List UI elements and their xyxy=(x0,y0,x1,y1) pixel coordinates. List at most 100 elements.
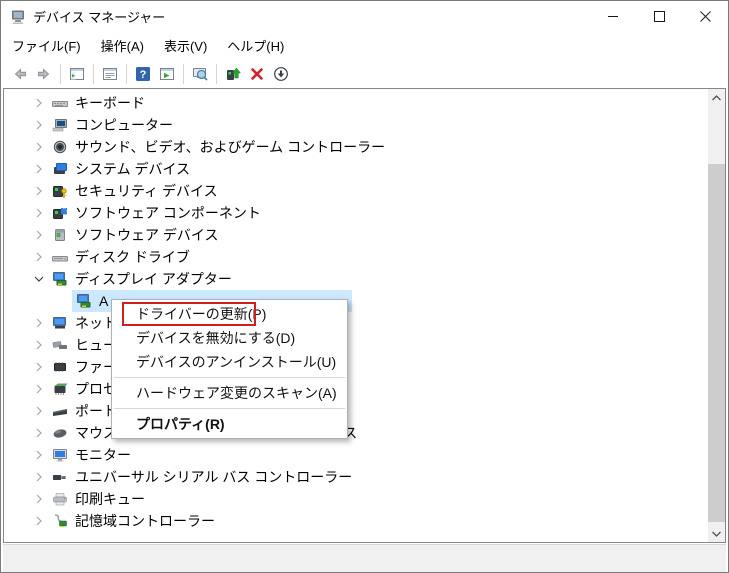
vertical-scrollbar[interactable] xyxy=(708,89,725,542)
show-console-tree-icon xyxy=(69,66,85,82)
update-driver-button[interactable] xyxy=(222,63,244,85)
toolbar-separator xyxy=(93,63,94,84)
properties-button[interactable] xyxy=(99,63,121,85)
port-icon xyxy=(52,403,68,419)
chevron-collapsed-icon[interactable] xyxy=(34,337,52,353)
security-device-icon xyxy=(52,183,68,199)
close-button[interactable] xyxy=(682,1,728,32)
software-device-icon xyxy=(52,227,68,243)
disk-drive-icon xyxy=(52,249,68,265)
tree-item-label: ソフトウェア デバイス xyxy=(75,227,219,243)
toolbar: ? xyxy=(1,59,728,88)
display-adapter-icon xyxy=(52,271,68,287)
context-menu-item-1[interactable]: デバイスを無効にする(D) xyxy=(112,326,347,350)
tree-item[interactable]: システム デバイス xyxy=(4,158,725,180)
chevron-collapsed-icon[interactable] xyxy=(34,183,52,199)
chevron-up-icon xyxy=(712,94,721,100)
chevron-collapsed-icon[interactable] xyxy=(34,227,52,243)
storage-controller-icon xyxy=(52,513,68,529)
context-menu-item-2[interactable]: デバイスのアンインストール(U) xyxy=(112,350,347,374)
tree-item[interactable]: ディスプレイ アダプター xyxy=(4,268,725,290)
menubar-item-2[interactable]: 表示(V) xyxy=(154,31,217,60)
chevron-collapsed-icon[interactable] xyxy=(34,403,52,419)
maximize-button[interactable] xyxy=(636,1,682,32)
chevron-collapsed-icon[interactable] xyxy=(34,95,52,111)
uninstall-device-icon xyxy=(249,66,265,82)
tree-item-label: システム デバイス xyxy=(75,161,191,177)
properties-icon xyxy=(102,66,118,82)
forward-button[interactable] xyxy=(33,63,55,85)
chevron-collapsed-icon[interactable] xyxy=(34,513,52,529)
context-menu-item-6[interactable]: プロパティ(R) xyxy=(112,412,347,436)
tree-item-label: ソフトウェア コンポーネント xyxy=(75,205,261,221)
uninstall-device-button[interactable] xyxy=(246,63,268,85)
menubar-item-3[interactable]: ヘルプ(H) xyxy=(217,31,294,60)
toolbar-separator xyxy=(126,63,127,84)
usb-icon xyxy=(52,469,68,485)
device-manager-app-icon xyxy=(10,9,26,25)
chevron-collapsed-icon[interactable] xyxy=(34,381,52,397)
chevron-collapsed-icon[interactable] xyxy=(34,491,52,507)
menubar-item-0[interactable]: ファイル(F) xyxy=(2,31,91,60)
chevron-collapsed-icon[interactable] xyxy=(34,205,52,221)
help-button[interactable]: ? xyxy=(132,63,154,85)
monitor-icon xyxy=(52,447,68,463)
chevron-collapsed-icon[interactable] xyxy=(34,359,52,375)
minimize-button[interactable] xyxy=(590,1,636,32)
svg-text:?: ? xyxy=(140,69,147,81)
system-device-icon xyxy=(52,161,68,177)
context-menu-item-0[interactable]: ドライバーの更新(P) xyxy=(112,302,347,326)
menubar-item-1[interactable]: 操作(A) xyxy=(91,31,154,60)
toolbar-separator xyxy=(216,63,217,84)
menu-separator xyxy=(114,377,345,378)
keyboard-icon xyxy=(52,95,68,111)
processor-icon xyxy=(52,381,68,397)
tree-item-label: 記憶域コントローラー xyxy=(75,513,215,529)
tree-item[interactable]: コンピューター xyxy=(4,114,725,136)
computer-icon xyxy=(52,117,68,133)
disable-device-icon xyxy=(273,66,289,82)
tree-item[interactable]: 記憶域コントローラー xyxy=(4,510,725,532)
tree-item-label: セキュリティ デバイス xyxy=(75,183,218,199)
print-queue-icon xyxy=(52,491,68,507)
chevron-collapsed-icon[interactable] xyxy=(34,117,52,133)
status-bar xyxy=(3,544,726,572)
context-menu-item-4[interactable]: ハードウェア変更のスキャン(A) xyxy=(112,381,347,405)
scan-hardware-button[interactable] xyxy=(189,63,211,85)
tree-item[interactable]: 印刷キュー xyxy=(4,488,725,510)
minimize-icon xyxy=(608,16,618,17)
help-icon: ? xyxy=(135,66,151,82)
device-manager-window: デバイス マネージャー ファイル(F) 操作(A) 表示(V) ヘルプ(H) ? キー… xyxy=(0,0,729,573)
menu-separator xyxy=(114,408,345,409)
chevron-collapsed-icon[interactable] xyxy=(34,447,52,463)
scroll-up-button[interactable] xyxy=(708,89,725,106)
chevron-collapsed-icon[interactable] xyxy=(34,425,52,441)
chevron-down-icon xyxy=(712,531,721,537)
tree-item[interactable]: モニター xyxy=(4,444,725,466)
network-adapter-icon xyxy=(52,315,68,331)
back-button[interactable] xyxy=(9,63,31,85)
tree-item[interactable]: キーボード xyxy=(4,92,725,114)
disable-device-button[interactable] xyxy=(270,63,292,85)
chevron-collapsed-icon[interactable] xyxy=(34,139,52,155)
tree-item[interactable]: セキュリティ デバイス xyxy=(4,180,725,202)
tree-item[interactable]: ユニバーサル シリアル バス コントローラー xyxy=(4,466,725,488)
chevron-collapsed-icon[interactable] xyxy=(34,315,52,331)
firmware-icon xyxy=(52,359,68,375)
show-console-tree-button[interactable] xyxy=(66,63,88,85)
action-pane-button[interactable] xyxy=(156,63,178,85)
scrollbar-thumb[interactable] xyxy=(708,164,725,522)
chevron-collapsed-icon[interactable] xyxy=(34,161,52,177)
tree-item-label: モニター xyxy=(75,447,131,463)
tree-item-label: ディスク ドライブ xyxy=(75,249,190,265)
tree-item[interactable]: ソフトウェア コンポーネント xyxy=(4,202,725,224)
software-component-icon xyxy=(52,205,68,221)
tree-item[interactable]: ディスク ドライブ xyxy=(4,246,725,268)
chevron-collapsed-icon[interactable] xyxy=(34,249,52,265)
chevron-expanded-icon[interactable] xyxy=(34,271,52,287)
tree-item[interactable]: ソフトウェア デバイス xyxy=(4,224,725,246)
annotation-highlight-box xyxy=(122,302,256,326)
chevron-collapsed-icon[interactable] xyxy=(34,469,52,485)
scroll-down-button[interactable] xyxy=(708,525,725,542)
tree-item[interactable]: サウンド、ビデオ、およびゲーム コントローラー xyxy=(4,136,725,158)
